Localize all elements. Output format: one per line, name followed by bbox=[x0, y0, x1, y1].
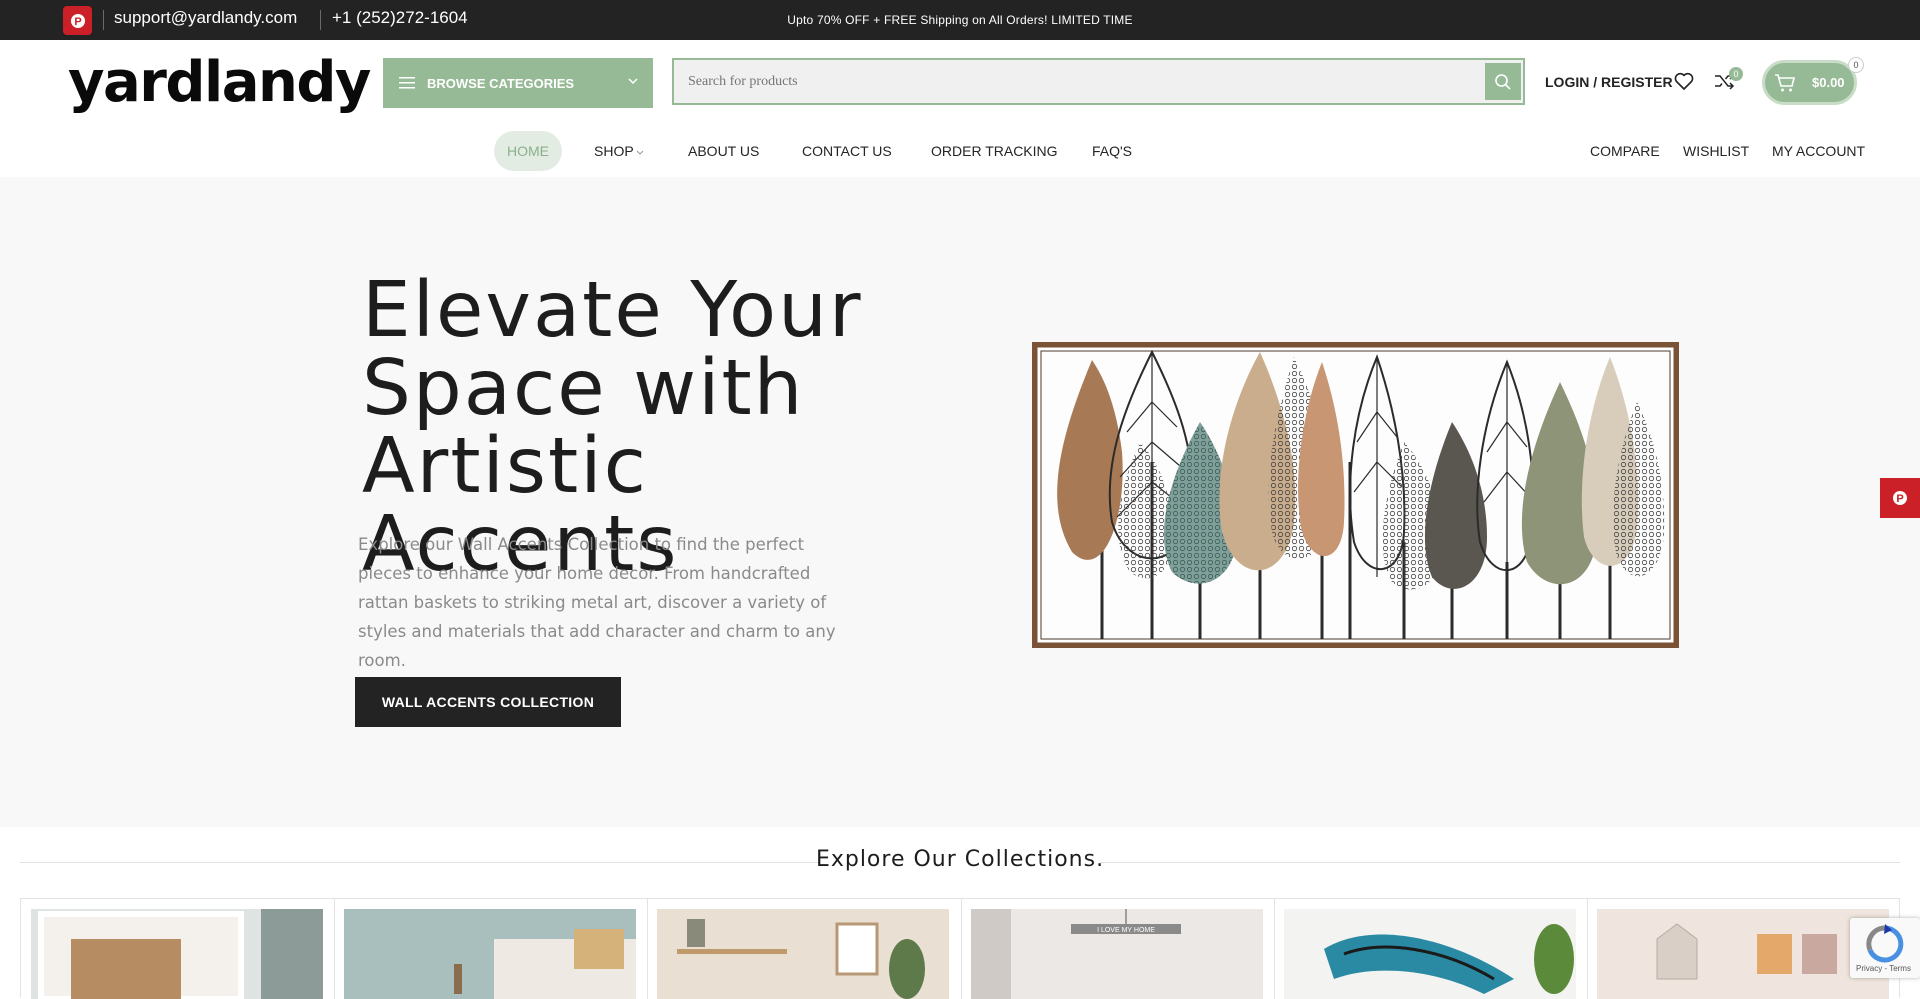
recaptcha-icon bbox=[1866, 924, 1904, 963]
nav-faqs[interactable]: FAQ'S bbox=[1092, 131, 1132, 171]
hero-banner: Elevate Your Space with Artistic Accents… bbox=[0, 177, 1920, 827]
collections-grid: I LOVE MY HOME bbox=[20, 898, 1900, 999]
cart-total: $0.00 bbox=[1812, 75, 1845, 90]
recaptcha-badge[interactable]: Privacy - Terms bbox=[1850, 918, 1920, 978]
wishlist-button[interactable] bbox=[1673, 70, 1695, 97]
hero-description: Explore our Wall Accents Collection to f… bbox=[358, 535, 836, 670]
divider bbox=[334, 899, 335, 999]
nav-wishlist[interactable]: WISHLIST bbox=[1683, 131, 1749, 171]
nav-home[interactable]: HOME bbox=[494, 131, 562, 171]
search-icon bbox=[1495, 73, 1511, 90]
svg-text:P: P bbox=[1896, 493, 1903, 505]
site-logo[interactable]: yardlandy bbox=[68, 50, 371, 115]
nav-contact-us[interactable]: CONTACT US bbox=[802, 131, 892, 171]
collection-tile-mirrors[interactable] bbox=[31, 909, 323, 999]
divider bbox=[1100, 862, 1900, 863]
browse-categories-label: BROWSE CATEGORIES bbox=[427, 75, 575, 91]
chevron-down-icon bbox=[628, 78, 638, 85]
search-input[interactable] bbox=[674, 60, 1464, 103]
main-navigation: HOME SHOP ABOUT US CONTACT US ORDER TRAC… bbox=[0, 131, 1920, 171]
svg-text:I LOVE MY HOME: I LOVE MY HOME bbox=[1097, 927, 1155, 934]
pinterest-icon: P bbox=[1893, 491, 1907, 505]
login-register-link[interactable]: LOGIN / REGISTER bbox=[1545, 74, 1673, 90]
nav-shop-label: SHOP bbox=[594, 143, 634, 159]
cart-count-badge: 0 bbox=[1848, 57, 1864, 73]
nav-compare[interactable]: COMPARE bbox=[1590, 131, 1660, 171]
search-bar bbox=[672, 58, 1525, 105]
browse-categories-button[interactable]: BROWSE CATEGORIES bbox=[383, 58, 653, 108]
top-bar: P support@yardlandy.com +1 (252)272-1604… bbox=[0, 0, 1920, 40]
collections-title: Explore Our Collections. bbox=[815, 847, 1105, 872]
cart-icon bbox=[1775, 73, 1796, 91]
leaf-wall-art-image bbox=[1032, 342, 1679, 648]
compare-count-badge: 0 bbox=[1729, 67, 1743, 81]
divider bbox=[961, 899, 962, 999]
collection-tile-metal-art[interactable] bbox=[1284, 909, 1576, 999]
nav-about-us[interactable]: ABOUT US bbox=[688, 131, 759, 171]
cart-button[interactable]: $0.00 bbox=[1762, 60, 1857, 105]
heart-icon bbox=[1674, 72, 1694, 90]
nav-order-tracking[interactable]: ORDER TRACKING bbox=[931, 131, 1058, 171]
divider bbox=[1587, 899, 1588, 999]
nav-my-account[interactable]: MY ACCOUNT bbox=[1772, 131, 1865, 171]
collection-tile-shelves[interactable] bbox=[657, 909, 949, 999]
promo-banner-text: Upto 70% OFF + FREE Shipping on All Orde… bbox=[787, 13, 1133, 27]
collection-tile-wall-hooks[interactable]: I LOVE MY HOME bbox=[971, 909, 1263, 999]
collection-tile-living-room[interactable] bbox=[344, 909, 636, 999]
chevron-down-icon bbox=[636, 150, 644, 155]
collection-tile-kids-decor[interactable] bbox=[1597, 909, 1889, 999]
search-button[interactable] bbox=[1485, 63, 1521, 100]
site-header: yardlandy BROWSE CATEGORIES LOGIN / REGI… bbox=[0, 40, 1920, 177]
recaptcha-terms[interactable]: Privacy - Terms bbox=[1856, 964, 1911, 973]
divider bbox=[647, 899, 648, 999]
wall-accents-collection-button[interactable]: WALL ACCENTS COLLECTION bbox=[355, 677, 621, 727]
nav-shop[interactable]: SHOP bbox=[594, 131, 644, 171]
compare-button[interactable]: 0 bbox=[1713, 67, 1743, 97]
menu-icon bbox=[399, 77, 415, 89]
pinterest-share-button[interactable]: P bbox=[1880, 478, 1920, 518]
divider bbox=[1274, 899, 1275, 999]
